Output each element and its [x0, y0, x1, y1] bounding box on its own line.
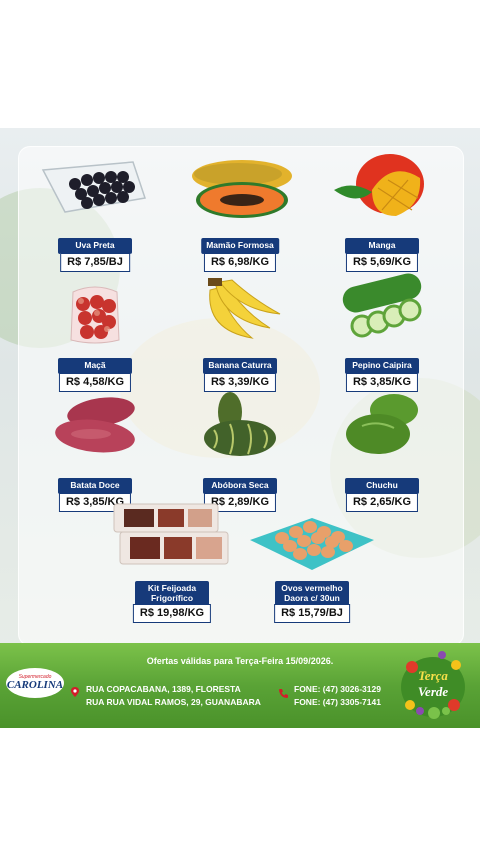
offer-flyer: Uva Preta R$ 7,85/BJ Mamão Formosa R$ 6,… [0, 128, 480, 728]
product-price: R$ 15,79/BJ [274, 604, 350, 623]
product-pepino-caipira: Pepino Caipira R$ 3,85/KG [312, 270, 452, 392]
product-batata-doce: Batata Doce R$ 3,85/KG [25, 390, 165, 512]
phone-line: FONE: (47) 3305-7141 [294, 697, 381, 708]
chayote-icon [346, 394, 418, 454]
product-name: Maçã [58, 358, 132, 374]
product-price: R$ 19,98/KG [132, 604, 212, 623]
logo-name: CAROLINA [6, 679, 64, 691]
cucumber-icon [342, 273, 422, 338]
product-name: Manga [345, 238, 419, 254]
store-footer: Ofertas válidas para Terça-Feira 15/09/2… [0, 643, 480, 728]
terca-verde-badge: Terça Verde [401, 651, 465, 719]
phone-icon [279, 689, 288, 698]
product-name: Mamão Formosa [201, 238, 279, 254]
apple-bag-icon [70, 286, 120, 344]
badge-line1: Terça [418, 668, 448, 683]
phone-line: FONE: (47) 3026-3129 [294, 684, 381, 694]
product-abobora-seca: Abóbora Seca R$ 2,89/KG [170, 390, 310, 512]
sweet-potato-icon [55, 397, 135, 453]
papaya-icon [192, 160, 292, 218]
product-kit-feijoada: Kit Feijoada Frigorífico Luchtemberg R$ … [102, 500, 242, 623]
product-name: Uva Preta [58, 238, 132, 254]
location-pin-icon [71, 687, 79, 697]
product-banana-caturra: Banana Caturra R$ 3,39/KG [170, 270, 310, 392]
product-chuchu: Chuchu R$ 2,65/KG [312, 390, 452, 512]
store-phones: FONE: (47) 3026-3129 FONE: (47) 3305-714… [294, 683, 381, 709]
egg-tray-icon [250, 518, 374, 570]
address-line: RUA RUA VIDAL RAMOS, 29, GUANABARA [86, 697, 261, 708]
squash-icon [204, 392, 276, 456]
product-uva-preta: Uva Preta R$ 7,85/BJ [25, 150, 165, 272]
product-name: Chuchu [345, 478, 419, 494]
product-mamao-formosa: Mamão Formosa R$ 6,98/KG [170, 150, 310, 272]
product-ovos-vermelho: Ovos vermelho Daora c/ 30un R$ 15,79/BJ [242, 500, 382, 623]
product-name: Ovos vermelho Daora c/ 30un [275, 581, 349, 607]
store-addresses: RUA COPACABANA, 1389, FLORESTA RUA RUA V… [86, 683, 261, 709]
mango-icon [334, 154, 424, 216]
product-name: Abóbora Seca [203, 478, 277, 494]
product-name: Pepino Caipira [345, 358, 419, 374]
address-line: RUA COPACABANA, 1389, FLORESTA [86, 684, 241, 694]
product-name: Batata Doce [58, 478, 132, 494]
product-manga: Manga R$ 5,69/KG [312, 150, 452, 272]
grape-icon [41, 161, 146, 213]
product-maca: Maçã R$ 4,58/KG [25, 270, 165, 392]
feijoada-kit-icon [113, 503, 229, 565]
badge-line2: Verde [418, 684, 449, 699]
banana-icon [208, 278, 281, 339]
store-logo: Supermercado CAROLINA [6, 668, 64, 698]
product-name: Banana Caturra [203, 358, 277, 374]
